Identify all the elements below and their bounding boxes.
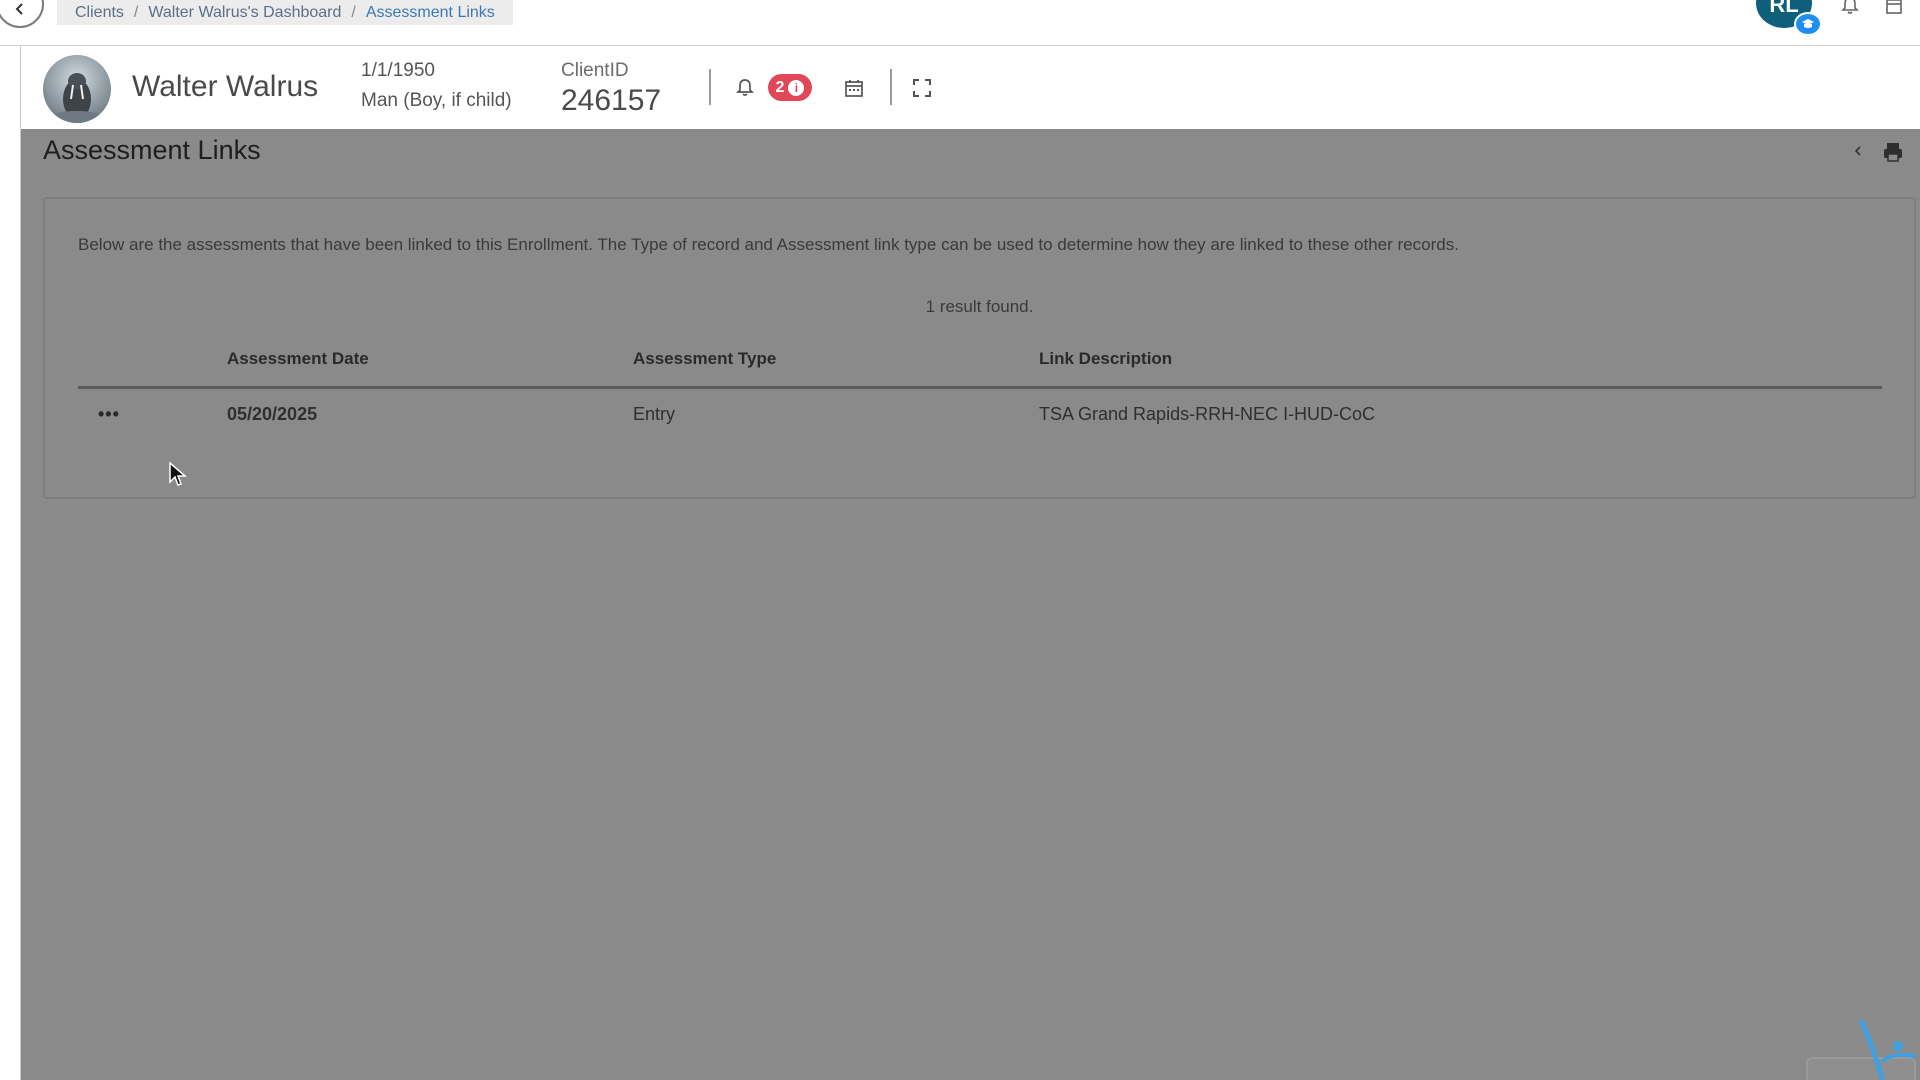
assessment-links-panel: Below are the assessments that have been… (43, 197, 1916, 499)
breadcrumb-separator: / (133, 3, 139, 21)
result-count: 1 result found. (925, 297, 1034, 316)
breadcrumb-clients[interactable]: Clients (75, 4, 124, 22)
chevron-left-icon[interactable] (1851, 141, 1865, 161)
divider (709, 69, 711, 105)
client-id-label: ClientID (561, 60, 629, 81)
bell-icon[interactable] (734, 77, 756, 99)
calendar-icon[interactable] (1884, 0, 1904, 16)
print-icon[interactable] (1881, 140, 1905, 164)
column-header-link-description[interactable]: Link Description (1039, 349, 1172, 369)
client-gender: Man (Boy, if child) (361, 90, 512, 111)
cell-link-description: TSA Grand Rapids-RRH-NEC I-HUD-CoC (1039, 404, 1376, 424)
alert-count-badge[interactable]: 2 i (768, 74, 812, 101)
bell-icon[interactable] (1840, 0, 1860, 16)
chevron-left-icon (15, 3, 23, 15)
client-dob: 1/1/1950 (361, 60, 435, 81)
column-header-assessment-date[interactable]: Assessment Date (227, 349, 369, 369)
fullscreen-icon[interactable] (911, 77, 933, 99)
breadcrumb-dashboard[interactable]: Walter Walrus's Dashboard (148, 4, 341, 22)
breadcrumb: Clients / Walter Walrus's Dashboard / As… (57, 0, 513, 25)
alert-count: 2 (775, 78, 785, 96)
client-id-value: 246157 (561, 84, 662, 117)
panel-description: Below are the assessments that have been… (78, 235, 1459, 254)
back-button[interactable] (0, 0, 44, 28)
left-nav-strip (0, 46, 20, 1080)
table-header-rule (78, 386, 1882, 389)
user-initials: RL (1769, 0, 1799, 17)
row-actions-menu[interactable]: ••• (98, 404, 120, 425)
cell-assessment-type: Entry (633, 404, 676, 424)
calendar-icon[interactable] (843, 77, 865, 99)
cell-assessment-date[interactable]: 05/20/2025 (227, 404, 317, 425)
client-name: Walter Walrus (132, 70, 319, 103)
brand-logo-icon (1859, 1020, 1916, 1080)
page-title: Assessment Links (43, 135, 261, 165)
breadcrumb-current: Assessment Links (365, 3, 495, 21)
client-avatar[interactable] (43, 55, 111, 123)
divider (890, 69, 892, 105)
divider (20, 46, 21, 1080)
mouse-cursor-icon (169, 462, 187, 486)
client-header: Walter Walrus 1/1/1950 Man (Boy, if chil… (20, 46, 1920, 129)
breadcrumb-separator: / (351, 3, 356, 21)
top-bar: Clients / Walter Walrus's Dashboard / As… (0, 0, 1920, 46)
info-icon: i (788, 79, 805, 96)
graduation-cap-icon (1794, 12, 1822, 36)
column-header-assessment-type[interactable]: Assessment Type (633, 349, 776, 369)
